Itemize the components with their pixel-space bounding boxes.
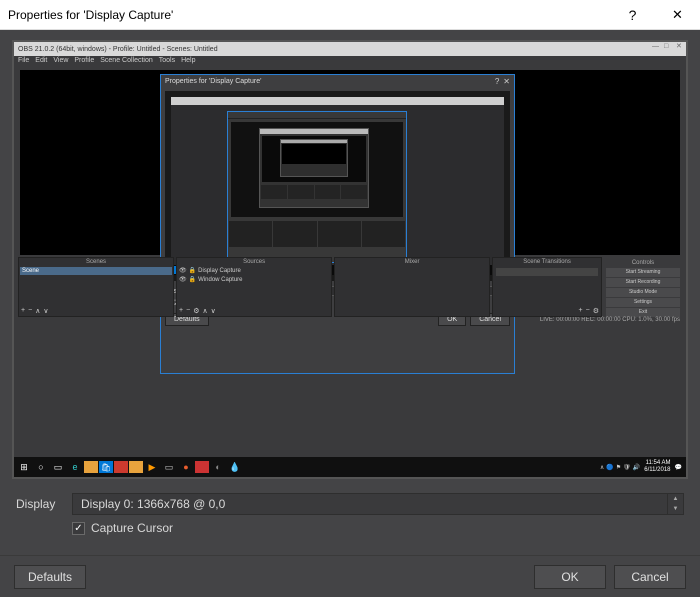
nested-properties-title: Properties for 'Display Capture' [165, 78, 261, 85]
recursion-level-2 [171, 97, 504, 275]
app-icon-3: ▭ [161, 459, 177, 475]
nested-properties-titlebar: Properties for 'Display Capture' ?✕ [161, 75, 514, 87]
volume-icon: 🔊 [633, 464, 640, 471]
nested-menu-profile: Profile [74, 57, 94, 67]
help-button[interactable]: ? [610, 0, 655, 30]
close-button[interactable]: ✕ [655, 0, 700, 30]
nested-scene-item: Scene [20, 267, 172, 275]
nested-exit: Exit [606, 308, 680, 317]
system-tray: ∧ 🔵 ⚑ 🛡 🔊 11:54 AM 6/11/2018 💬 [600, 460, 684, 474]
nested-transitions-panel: Scene Transitions +−⚙ [492, 257, 602, 317]
capture-cursor-row: ✓ Capture Cursor [16, 521, 684, 535]
nested-properties-controls: ?✕ [495, 77, 510, 86]
nested-menu-scene-collection: Scene Collection [100, 57, 153, 67]
dialog-body: OBS 21.0.2 (64bit, windows) - Profile: U… [0, 30, 700, 597]
form-area: Display Display 0: 1366x768 @ 0,0 ▲ ▼ ✓ … [0, 485, 700, 555]
start-icon: ⊞ [16, 459, 32, 475]
nested-controls-title: Controls [606, 259, 680, 267]
nested-start-streaming: Start Streaming [606, 268, 680, 277]
tray-icon: 🔵 [606, 464, 613, 471]
nested-properties-preview [165, 91, 510, 281]
app-icon-1 [114, 461, 128, 473]
capture-cursor-checkbox[interactable]: ✓ [72, 522, 85, 535]
nested-menu-help: Help [181, 57, 195, 67]
obs-icon: ◐ [210, 459, 226, 475]
chevron-down-icon[interactable]: ▼ [668, 504, 683, 514]
cortana-icon: ○ [33, 459, 49, 475]
cancel-button[interactable]: Cancel [614, 565, 686, 589]
nested-controls-panel: Controls Start Streaming Start Recording… [604, 257, 682, 317]
titlebar-title: Properties for 'Display Capture' [8, 8, 610, 22]
wmp-icon: ▶ [144, 459, 160, 475]
taskbar-clock: 11:54 AM 6/11/2018 [642, 460, 672, 474]
nested-mixer-title: Mixer [335, 258, 489, 266]
capture-cursor-label: Capture Cursor [91, 521, 173, 535]
nested-studio-mode: Studio Mode [606, 288, 680, 297]
taskview-icon: ▭ [50, 459, 66, 475]
firefox-icon: ● [178, 459, 194, 475]
nested-menu-edit: Edit [35, 57, 47, 67]
properties-dialog: Properties for 'Display Capture' ? ✕ OBS… [0, 0, 700, 597]
display-label: Display [16, 497, 72, 511]
recursion-level-5 [280, 139, 348, 177]
app-icon-2 [129, 461, 143, 473]
tray-icon: ∧ [600, 464, 604, 471]
tray-icon: ⚑ [616, 464, 621, 471]
explorer-icon [84, 461, 98, 473]
nested-sources-panel: Sources 👁🔒Display Capture 👁🔒Window Captu… [176, 257, 332, 317]
nested-scenes-title: Scenes [19, 258, 173, 266]
nested-taskbar: ⊞ ○ ▭ e 🛍 ▶ ▭ ● ◐ 💧 [14, 457, 686, 477]
recursion-level-3 [227, 111, 407, 263]
nested-mixer-panel: Mixer [334, 257, 490, 317]
display-select-wrap: Display 0: 1366x768 @ 0,0 ▲ ▼ [72, 493, 684, 515]
nested-transitions-title: Scene Transitions [493, 258, 601, 266]
nested-menu-view: View [53, 57, 68, 67]
chevron-up-icon[interactable]: ▲ [668, 494, 683, 504]
titlebar: Properties for 'Display Capture' ? ✕ [0, 0, 700, 30]
store-icon: 🛍 [99, 461, 113, 473]
display-spinner[interactable]: ▲ ▼ [668, 493, 684, 515]
nested-obs-preview: Properties for 'Display Capture' ?✕ [20, 70, 680, 255]
dialog-footer: Defaults OK Cancel [0, 555, 700, 597]
nested-menu-file: File [18, 57, 29, 67]
nested-settings: Settings [606, 298, 680, 307]
display-select[interactable]: Display 0: 1366x768 @ 0,0 [72, 493, 668, 515]
nested-sources-title: Sources [177, 258, 331, 266]
notification-icon: 💬 [675, 464, 682, 471]
edge-icon: e [67, 459, 83, 475]
defaults-button[interactable]: Defaults [14, 565, 86, 589]
ok-button[interactable]: OK [534, 565, 606, 589]
nested-obs-title-text: OBS 21.0.2 (64bit, windows) - Profile: U… [18, 46, 218, 53]
preview-area: OBS 21.0.2 (64bit, windows) - Profile: U… [0, 30, 700, 485]
nested-scenes-panel: Scenes Scene +−∧∨ [18, 257, 174, 317]
nested-obs-window-controls: —□✕ [652, 43, 684, 51]
nested-start-recording: Start Recording [606, 278, 680, 287]
display-row: Display Display 0: 1366x768 @ 0,0 ▲ ▼ [16, 493, 684, 515]
preview-canvas: OBS 21.0.2 (64bit, windows) - Profile: U… [12, 40, 688, 479]
nested-obs-titlebar: OBS 21.0.2 (64bit, windows) - Profile: U… [14, 42, 686, 56]
nested-properties-dialog: Properties for 'Display Capture' ?✕ [160, 74, 515, 374]
recursion-level-4 [259, 128, 369, 208]
network-icon: 🛡 [623, 464, 631, 471]
nested-obs-menu: File Edit View Profile Scene Collection … [14, 56, 686, 68]
app-icon-5: 💧 [227, 459, 243, 475]
nested-obs-window: OBS 21.0.2 (64bit, windows) - Profile: U… [13, 41, 687, 478]
nested-obs-panels: Scenes Scene +−∧∨ Sources 👁🔒Display Capt… [14, 257, 686, 317]
nested-menu-tools: Tools [159, 57, 175, 67]
app-icon-4 [195, 461, 209, 473]
